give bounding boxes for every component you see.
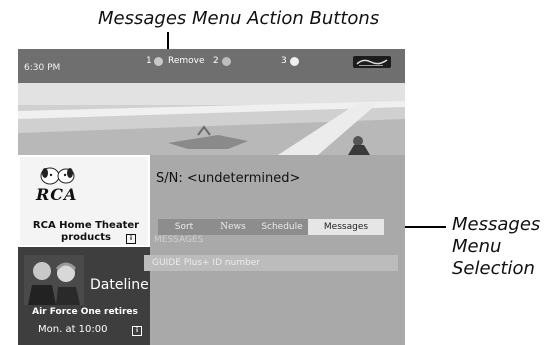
serial-number: S/N: <undetermined> [156, 171, 301, 186]
section-heading: MESSAGES [154, 235, 204, 245]
top-bar: 6:30 PM 1 Remove 2 3 [18, 49, 405, 83]
clock: 6:30 PM [24, 63, 61, 73]
action-1-number: 1 [146, 56, 152, 66]
remove-action-label[interactable]: Remove [168, 56, 205, 66]
action-2-button[interactable] [222, 57, 231, 66]
action-3-button[interactable] [290, 57, 299, 66]
rca-ad-panel[interactable]: RCA RCA Home Theater products i [18, 155, 150, 247]
ad2-subtitle: Air Force One retires [32, 307, 138, 317]
dateline-ad-panel[interactable]: Dateline Air Force One retires Mon. at 1… [18, 247, 150, 345]
menu-selection-callout: Messages Menu Selection [452, 214, 540, 280]
video-preview [18, 83, 405, 155]
action-3-number: 3 [281, 56, 287, 66]
info-icon: i [132, 326, 142, 336]
action-buttons-callout: Messages Menu Action Buttons [98, 8, 380, 29]
dog-mascot-icon [40, 167, 75, 185]
callout-line: Selection [452, 258, 535, 279]
list-item[interactable]: GUIDE Plus+ ID number [144, 255, 398, 271]
action-2-number: 2 [213, 56, 219, 66]
info-icon: i [126, 234, 136, 244]
rca-logo: RCA [36, 185, 78, 204]
action-1-button[interactable] [154, 57, 163, 66]
menu-tab-bar: Sort News Schedule Messages [158, 219, 384, 235]
guide-plus-logo-icon [353, 56, 391, 68]
tab-schedule[interactable]: Schedule [256, 219, 308, 235]
horse-race-image [18, 83, 405, 155]
tab-messages[interactable]: Messages [308, 219, 384, 235]
ad2-airtime: Mon. at 10:00 [38, 324, 108, 335]
tab-sort[interactable]: Sort [158, 219, 210, 235]
tv-guide-screen: 6:30 PM 1 Remove 2 3 RCA RCA Home Theate… [18, 49, 405, 345]
ad2-title: Dateline [90, 277, 149, 293]
hosts-photo-icon [24, 255, 84, 305]
callout-line: Messages [452, 214, 541, 235]
callout-line: Menu [452, 236, 502, 257]
ad1-title-line: RCA Home Theater [32, 220, 140, 231]
tab-news[interactable]: News [210, 219, 256, 235]
